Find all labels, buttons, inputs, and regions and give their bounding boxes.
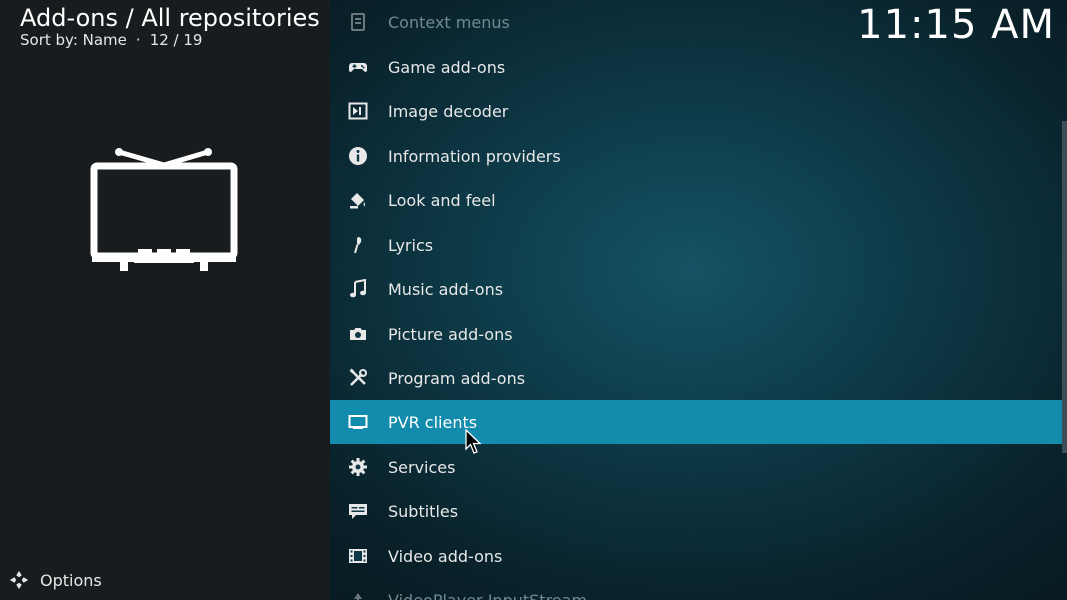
list-item-videoplayer-inputstream[interactable]: VideoPlayer InputStream — [330, 578, 1063, 600]
subtitles-icon — [347, 501, 369, 521]
list-item-label: Context menus — [388, 12, 510, 32]
sort-info: Sort by: Name · 12 / 19 — [20, 31, 202, 49]
list-item-image-decoder[interactable]: Image decoder — [330, 89, 1063, 133]
list-item-label: Information providers — [388, 146, 561, 166]
music-note-icon — [347, 279, 369, 299]
image-decoder-icon — [347, 101, 369, 121]
list-item-label: Look and feel — [388, 190, 496, 210]
paint-bucket-icon — [347, 190, 369, 210]
list-item-label: Game add-ons — [388, 57, 506, 77]
tools-icon — [347, 368, 369, 388]
options-label: Options — [40, 570, 102, 590]
inputstream-icon — [347, 590, 369, 600]
addon-category-list: Context menus Game add-ons Image decoder… — [330, 0, 1067, 600]
list-item-pvr-clients[interactable]: PVR clients — [330, 400, 1063, 444]
list-item-subtitles[interactable]: Subtitles — [330, 489, 1063, 533]
list-item-label: PVR clients — [388, 412, 478, 432]
gear-icon — [347, 457, 369, 477]
list-item-look-and-feel[interactable]: Look and feel — [330, 178, 1063, 222]
list-item-label: Picture add-ons — [388, 324, 513, 344]
separator: · — [135, 31, 141, 49]
list-item-picture-add-ons[interactable]: Picture add-ons — [330, 312, 1063, 356]
options-button[interactable]: Options — [8, 566, 102, 594]
gamepad-icon — [347, 57, 369, 77]
list-item-video-add-ons[interactable]: Video add-ons — [330, 534, 1063, 578]
list-item-label: Lyrics — [388, 235, 434, 255]
list-item-label: Services — [388, 457, 456, 477]
microphone-icon — [347, 235, 369, 255]
mouse-pointer-icon — [465, 429, 482, 454]
sort-label[interactable]: Sort by: Name — [20, 31, 127, 49]
kodi-addons-window: Add-ons / All repositories Sort by: Name… — [0, 0, 1067, 600]
scrollbar[interactable] — [1062, 121, 1067, 453]
camera-icon — [347, 324, 369, 344]
list-item-information-providers[interactable]: Information providers — [330, 134, 1063, 178]
left-panel: Add-ons / All repositories Sort by: Name… — [0, 0, 330, 600]
clock: 11:15 AM — [857, 2, 1055, 48]
list-item-game-add-ons[interactable]: Game add-ons — [330, 45, 1063, 89]
info-icon — [347, 146, 369, 166]
list-item-label: Video add-ons — [388, 546, 503, 566]
list-item-music-add-ons[interactable]: Music add-ons — [330, 267, 1063, 311]
list-item-label: Image decoder — [388, 101, 509, 121]
list-item-program-add-ons[interactable]: Program add-ons — [330, 356, 1063, 400]
page-title: Add-ons / All repositories — [20, 4, 320, 32]
list-item-label: Program add-ons — [388, 368, 526, 388]
list-item-label: Subtitles — [388, 501, 459, 521]
film-icon — [347, 546, 369, 566]
list-item-label: VideoPlayer InputStream — [388, 590, 588, 600]
options-icon — [9, 570, 29, 590]
list-item-lyrics[interactable]: Lyrics — [330, 223, 1063, 267]
tv-icon — [90, 148, 238, 271]
list-item-label: Music add-ons — [388, 279, 504, 299]
item-position: 12 / 19 — [149, 31, 203, 49]
list-item-services[interactable]: Services — [330, 445, 1063, 489]
tv-small-icon — [347, 412, 369, 432]
context-menu-icon — [347, 12, 369, 32]
